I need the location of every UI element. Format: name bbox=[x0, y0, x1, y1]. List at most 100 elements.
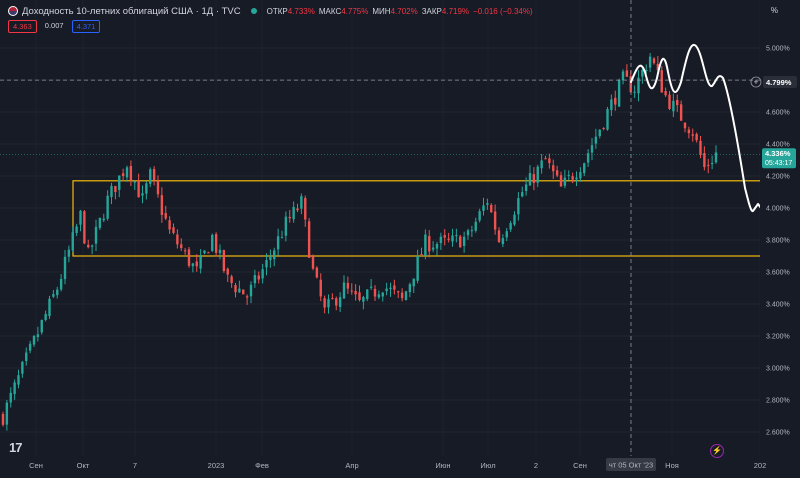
y-tick-label: 3.400% bbox=[766, 302, 790, 309]
candle bbox=[183, 247, 187, 255]
candle bbox=[292, 201, 295, 223]
candle bbox=[145, 181, 148, 200]
candle bbox=[327, 294, 330, 314]
candle bbox=[87, 239, 90, 249]
candle bbox=[63, 249, 67, 285]
candle bbox=[214, 232, 218, 257]
candle bbox=[602, 127, 605, 131]
ask-box[interactable]: 4.371 bbox=[71, 20, 101, 33]
candle bbox=[211, 233, 214, 252]
low-label: МИН bbox=[372, 6, 391, 16]
close-value: 4.719% bbox=[441, 6, 470, 16]
y-tick-label: 3.800% bbox=[766, 238, 790, 245]
y-tick-label: 2.800% bbox=[766, 398, 790, 405]
candle bbox=[234, 282, 237, 298]
candle bbox=[610, 94, 613, 117]
candle bbox=[683, 122, 687, 133]
candle bbox=[94, 219, 98, 251]
x-tick-label: Апр bbox=[345, 461, 358, 470]
x-tick-label: Фев bbox=[255, 461, 269, 470]
support-resistance-zone[interactable] bbox=[72, 180, 766, 257]
candle bbox=[141, 185, 144, 204]
candle bbox=[342, 275, 346, 299]
candle bbox=[366, 288, 369, 302]
candles bbox=[1, 53, 718, 431]
candle bbox=[56, 286, 59, 299]
candle bbox=[385, 282, 388, 296]
candle bbox=[459, 234, 462, 248]
price-chart[interactable]: 5.000%4.800%4.600%4.400%4.200%4.000%3.80… bbox=[0, 0, 800, 478]
candle bbox=[249, 281, 253, 304]
candle bbox=[338, 292, 342, 312]
candle bbox=[490, 203, 493, 214]
candle bbox=[280, 230, 284, 239]
candle bbox=[470, 225, 474, 237]
candle bbox=[269, 249, 272, 268]
countdown-label: 05:43:17 bbox=[765, 160, 792, 167]
candle bbox=[397, 290, 400, 299]
y-tick-label: 5.000% bbox=[766, 46, 790, 53]
candle bbox=[660, 66, 663, 93]
candle bbox=[393, 279, 396, 295]
candle bbox=[424, 229, 427, 260]
candle bbox=[524, 177, 528, 196]
candle bbox=[575, 171, 578, 187]
candle bbox=[641, 68, 644, 84]
lightning-icon[interactable]: ⚡ bbox=[710, 444, 724, 458]
candle bbox=[505, 227, 508, 242]
open-value: 4.733% bbox=[287, 6, 315, 16]
y-tick-label: 3.000% bbox=[766, 366, 790, 373]
crosshair-price-label: 4.799% bbox=[766, 78, 792, 87]
bid-box[interactable]: 4.363 bbox=[8, 20, 37, 33]
candle bbox=[381, 291, 384, 302]
candle bbox=[431, 241, 435, 253]
candle bbox=[350, 283, 353, 295]
candle bbox=[90, 244, 94, 255]
candle bbox=[614, 90, 617, 111]
candle bbox=[160, 187, 164, 223]
candle bbox=[242, 289, 245, 295]
candle bbox=[536, 164, 539, 188]
candle bbox=[509, 220, 512, 232]
candle bbox=[238, 280, 241, 293]
candle bbox=[707, 158, 710, 174]
x-tick-label: Сен bbox=[29, 461, 43, 470]
candle bbox=[176, 229, 179, 249]
axis-unit-label[interactable]: % bbox=[771, 6, 778, 15]
candle bbox=[36, 326, 40, 342]
candle bbox=[633, 85, 636, 98]
y-tick-label: 4.000% bbox=[766, 206, 790, 213]
candle bbox=[462, 231, 466, 253]
candle bbox=[300, 193, 303, 215]
candle bbox=[1, 411, 5, 427]
candle bbox=[501, 234, 505, 248]
candle bbox=[52, 289, 55, 299]
us-flag-icon bbox=[8, 6, 18, 16]
symbol-title[interactable]: Доходность 10-летних облигаций США · 1Д … bbox=[22, 6, 241, 17]
candle bbox=[621, 69, 625, 85]
candle bbox=[443, 229, 446, 246]
candle bbox=[67, 245, 71, 263]
candle bbox=[637, 70, 640, 102]
candle bbox=[571, 172, 574, 184]
candle bbox=[474, 217, 477, 233]
market-status-icon[interactable] bbox=[250, 8, 257, 14]
y-tick-label: 3.600% bbox=[766, 270, 790, 277]
candle bbox=[59, 274, 63, 292]
y-tick-label: 2.600% bbox=[766, 430, 790, 437]
candle bbox=[9, 387, 12, 408]
candle bbox=[497, 227, 501, 243]
tradingview-logo[interactable]: 17 bbox=[9, 440, 23, 455]
x-tick-label: 2 bbox=[534, 461, 538, 470]
candle bbox=[17, 369, 20, 389]
candle bbox=[676, 94, 679, 112]
candle bbox=[583, 162, 586, 177]
candle bbox=[218, 244, 222, 260]
x-tick-label: Июл bbox=[480, 461, 495, 470]
candle bbox=[79, 209, 82, 232]
candle bbox=[21, 360, 24, 378]
candle bbox=[102, 213, 105, 223]
candle bbox=[284, 211, 288, 242]
candle bbox=[335, 296, 338, 311]
close-label: ЗАКР bbox=[421, 6, 442, 16]
